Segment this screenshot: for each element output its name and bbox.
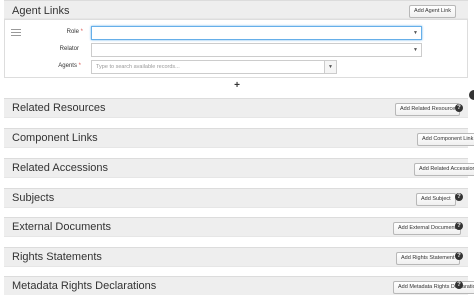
section-title: Component Links [12, 132, 98, 144]
section-related-resources: Related Resources Add Related Resource [4, 98, 468, 118]
help-icon[interactable]: ? [455, 281, 463, 289]
drag-handle-icon[interactable] [11, 29, 21, 38]
section-title: Agent Links [12, 5, 70, 17]
help-icon[interactable]: ? [455, 104, 463, 112]
section-component-links: Component Links Add Component Link [4, 128, 474, 148]
add-related-resource-button[interactable]: Add Related Resource [395, 103, 461, 116]
section-related-accessions: Related Accessions Add Related Accession [4, 158, 474, 178]
help-icon[interactable]: ? [455, 222, 463, 230]
chevron-down-icon: ▼ [413, 30, 418, 36]
help-icon[interactable]: ? [455, 252, 463, 260]
section-title: Related Resources [12, 102, 106, 114]
chevron-down-icon: ▼ [413, 47, 418, 53]
section-title: Rights Statements [12, 251, 102, 263]
add-external-document-button[interactable]: Add External Document [393, 222, 462, 235]
edge-help-icon[interactable] [469, 90, 474, 100]
agents-dropdown-toggle[interactable]: ▼ [324, 60, 337, 74]
add-component-link-button[interactable]: Add Component Link [417, 133, 474, 146]
help-icon[interactable]: ? [455, 193, 463, 201]
section-title: Subjects [12, 192, 55, 204]
section-rights-statements: Rights Statements Add Rights Statement [4, 247, 468, 267]
section-title: Related Accessions [12, 162, 108, 174]
agent-link-form: Role * ▼ Relator ▼ Agents * Type to sear… [4, 19, 468, 78]
agents-placeholder: Type to search available records... [96, 64, 180, 70]
role-label: Role * [66, 29, 83, 35]
relator-select[interactable]: ▼ [91, 43, 422, 57]
section-metadata-rights-declarations: Metadata Rights Declarations Add Metadat… [4, 276, 474, 295]
section-external-documents: External Documents Add External Document [4, 217, 468, 237]
section-title: External Documents [12, 221, 112, 233]
role-select[interactable]: ▼ [91, 26, 422, 40]
section-agent-links: Agent Links Add Agent Link [4, 0, 468, 19]
relator-label: Relator [59, 46, 79, 52]
section-subjects: Subjects Add Subject [4, 188, 468, 208]
add-agent-link-button[interactable]: Add Agent Link [409, 5, 457, 18]
add-rights-statement-button[interactable]: Add Rights Statement [396, 252, 460, 265]
add-row-plus-icon[interactable]: + [232, 81, 242, 91]
chevron-down-icon: ▼ [328, 64, 333, 70]
add-related-accession-button[interactable]: Add Related Accession [414, 163, 474, 176]
add-subject-button[interactable]: Add Subject [416, 193, 456, 206]
section-title: Metadata Rights Declarations [12, 280, 157, 292]
agents-search-input[interactable]: Type to search available records... ▼ [91, 60, 337, 74]
agents-label: Agents * [58, 63, 81, 69]
